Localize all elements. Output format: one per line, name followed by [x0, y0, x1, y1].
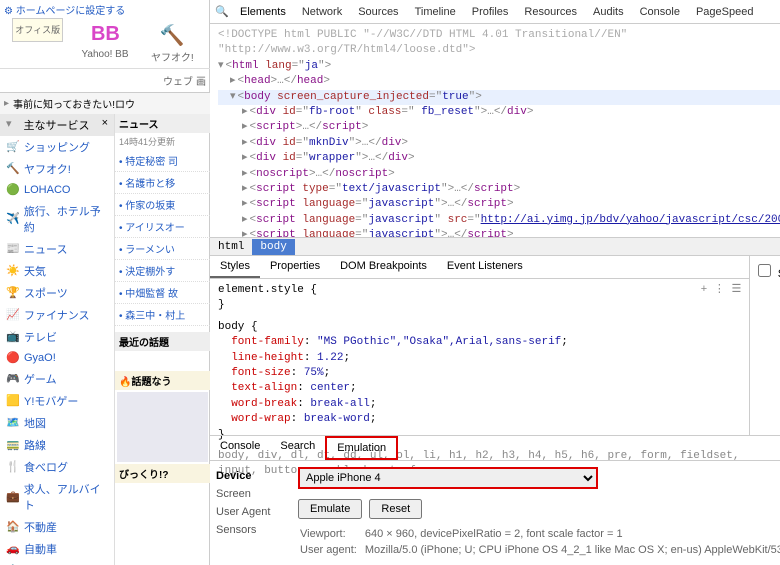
devtools-tab[interactable]: Console: [632, 2, 688, 22]
devtools-tabs: 🔍 ElementsNetworkSourcesTimelineProfiles…: [210, 0, 780, 24]
devtools-tab[interactable]: Sources: [350, 2, 406, 22]
category-icon: 🍴: [6, 460, 20, 474]
emulation-info: Viewport:640 × 960, devicePixelRatio = 2…: [298, 525, 780, 559]
yahuoku-link[interactable]: 🔨ヤフオク!: [139, 23, 206, 64]
emulation-sidebar[interactable]: Device Screen User Agent Sensors: [216, 467, 286, 559]
search-tabs[interactable]: ウェブ画: [0, 69, 210, 92]
search-icon[interactable]: 🔍: [214, 4, 230, 20]
bb-icon: BB: [91, 23, 119, 47]
add-rule-icons[interactable]: + ⋮ ☰: [701, 283, 742, 298]
drawer-tabs[interactable]: Console Search Emulation: [210, 436, 780, 461]
news-item[interactable]: • 森三中・村上: [115, 304, 210, 326]
category-icon: ☀️: [6, 264, 20, 278]
sidebar-item[interactable]: 📋掲示板: [0, 560, 114, 565]
yahoo-bb-link[interactable]: BBYahoo! BB: [71, 23, 138, 64]
category-icon: 🗺️: [6, 416, 20, 430]
sidebar-item[interactable]: 🔨ヤフオク!: [0, 158, 114, 180]
sidebar-item[interactable]: ✈️旅行、ホテル予約: [0, 200, 114, 238]
sidebar-header: ▾主なサービス×: [0, 114, 114, 136]
emulate-button[interactable]: Emulate: [298, 499, 362, 519]
category-icon: 🟢: [6, 183, 20, 197]
category-icon: 🔨: [6, 162, 20, 176]
news-item[interactable]: • 中畑監督 故: [115, 282, 210, 304]
category-icon: 🚗: [6, 542, 20, 556]
close-icon[interactable]: ×: [102, 117, 108, 133]
sidebar-item[interactable]: 📰ニュース: [0, 238, 114, 260]
sidebar-item[interactable]: 🟨Y!モバゲー: [0, 390, 114, 412]
reset-button[interactable]: Reset: [369, 499, 422, 519]
sidebar-item[interactable]: 📺テレビ: [0, 326, 114, 348]
notice-bar[interactable]: ▸事前に知っておきたい!ロウ: [0, 93, 210, 114]
sidebar-item[interactable]: 🏠不動産: [0, 516, 114, 538]
homepage-link[interactable]: ⚙ ホームページに設定する: [0, 0, 210, 19]
devtools-tab[interactable]: Profiles: [464, 2, 517, 22]
device-select[interactable]: Apple iPhone 4: [298, 467, 598, 489]
news-item[interactable]: • ラーメンい: [115, 238, 210, 260]
news-time: 14時41分更新: [115, 133, 210, 150]
news-item[interactable]: • 作家の坂東: [115, 194, 210, 216]
news-header: ニュース: [115, 114, 210, 133]
category-icon: 🚃: [6, 438, 20, 452]
show-inherited-checkbox[interactable]: Show inherited: [758, 269, 780, 281]
sidebar-item[interactable]: 🗺️地図: [0, 412, 114, 434]
category-icon: 📰: [6, 242, 20, 256]
sidebar-item[interactable]: 🚃路線: [0, 434, 114, 456]
promo-image: [117, 392, 208, 462]
devtools-tab[interactable]: Elements: [232, 2, 294, 22]
breadcrumb[interactable]: html body: [210, 237, 780, 255]
sidebar-item[interactable]: 🔴GyaO!: [0, 348, 114, 368]
category-icon: 🏆: [6, 286, 20, 300]
topic-header: 🔥話題なう: [115, 371, 210, 390]
surprise-header: びっくり!?: [115, 464, 210, 483]
styles-tabs[interactable]: Styles Properties DOM Breakpoints Event …: [210, 256, 749, 279]
chevron-right-icon: ▸: [4, 98, 9, 109]
sidebar-item[interactable]: 🛒ショッピング: [0, 136, 114, 158]
sidebar-item[interactable]: 🟢LOHACO: [0, 180, 114, 200]
sidebar-item[interactable]: 🍴食べログ: [0, 456, 114, 478]
category-icon: 🔴: [6, 351, 20, 365]
news-item[interactable]: • 決定棚外す: [115, 260, 210, 282]
devtools-tab[interactable]: Network: [294, 2, 350, 22]
sidebar-item[interactable]: 💼求人、アルバイト: [0, 478, 114, 516]
category-icon: 🏠: [6, 520, 20, 534]
devtools-tab[interactable]: Audits: [585, 2, 632, 22]
sidebar-item[interactable]: 📈ファイナンス: [0, 304, 114, 326]
category-icon: 🎮: [6, 372, 20, 386]
sidebar-item[interactable]: 🚗自動車: [0, 538, 114, 560]
category-icon: 📈: [6, 308, 20, 322]
news-item[interactable]: • 名護市と移: [115, 172, 210, 194]
news-item[interactable]: • 特定秘密 司: [115, 150, 210, 172]
recent-header: 最近の話題: [115, 332, 210, 351]
category-icon: 🟨: [6, 394, 20, 408]
sidebar-item[interactable]: ☀️天気: [0, 260, 114, 282]
gavel-icon: 🔨: [158, 23, 186, 47]
devtools-tab[interactable]: Timeline: [407, 2, 464, 22]
category-icon: 📺: [6, 330, 20, 344]
sidebar-item[interactable]: 🎮ゲーム: [0, 368, 114, 390]
news-item[interactable]: • アイリスオー: [115, 216, 210, 238]
sidebar-item[interactable]: 🏆スポーツ: [0, 282, 114, 304]
elements-panel[interactable]: <!DOCTYPE html PUBLIC "-//W3C//DTD HTML …: [210, 24, 780, 237]
category-icon: 🛒: [6, 140, 20, 154]
category-icon: 💼: [6, 490, 20, 504]
office-badge: オフィス版: [4, 23, 71, 64]
category-icon: ✈️: [6, 212, 20, 226]
devtools-tab[interactable]: Resources: [516, 2, 585, 22]
devtools-tab[interactable]: PageSpeed: [688, 2, 762, 22]
